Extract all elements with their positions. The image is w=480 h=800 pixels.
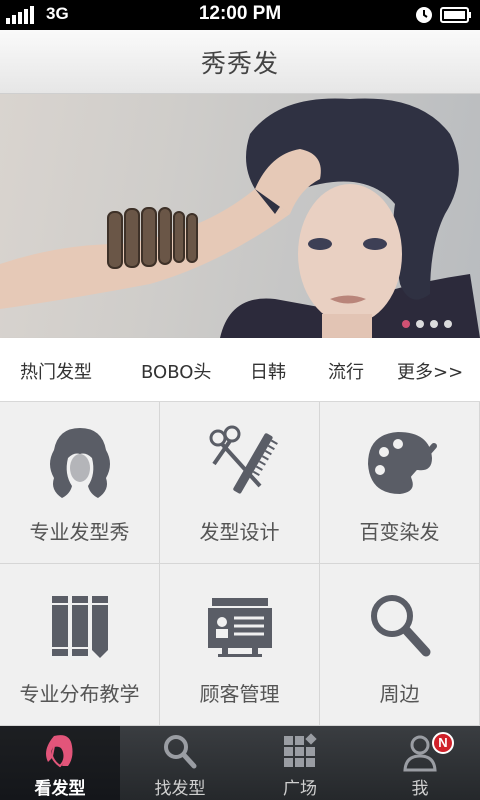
title-bar: 秀秀发	[0, 30, 480, 94]
tab-find-hairstyles[interactable]: 找发型	[120, 726, 240, 800]
tab-label: 找发型	[154, 779, 206, 799]
grid-item-label: 专业发型秀	[29, 520, 130, 544]
category-bobo[interactable]: BOBO头	[141, 358, 211, 384]
status-bar: 3G 12:00 PM	[0, 0, 480, 30]
grid-item-tutorial[interactable]: 专业分布教学	[0, 564, 160, 726]
grid-item-hairstyle-show[interactable]: 专业发型秀	[0, 402, 160, 564]
carousel-dot[interactable]	[416, 320, 424, 328]
status-time: 12:00 PM	[198, 3, 282, 24]
grid-item-nearby[interactable]: 周边	[320, 564, 480, 726]
hairstyle-icon	[49, 428, 110, 498]
books-icon	[51, 596, 108, 658]
battery-icon	[440, 7, 471, 23]
category-more[interactable]: 更多>>	[397, 358, 463, 384]
feature-grid: 专业发型秀 发型设计 百变染发 专业分布教学 顾客管理 周边	[0, 402, 480, 726]
tab-label: 广场	[283, 779, 317, 799]
tab-browse-hairstyles[interactable]: 看发型	[0, 726, 120, 800]
app-title: 秀秀发	[200, 48, 279, 78]
carousel-dot[interactable]	[444, 320, 452, 328]
grid-item-hair-design[interactable]: 发型设计	[160, 402, 320, 564]
carousel-dot[interactable]	[402, 320, 410, 328]
tab-label: 我	[411, 779, 429, 799]
grid-item-label: 百变染发	[359, 520, 440, 544]
grid-item-label: 发型设计	[199, 520, 280, 544]
grid-item-customer-management[interactable]: 顾客管理	[160, 564, 320, 726]
customer-card-icon	[207, 598, 272, 657]
category-nav: 热门发型 BOBO头 日韩 流行 更多>>	[0, 338, 480, 402]
carousel-dot[interactable]	[430, 320, 438, 328]
search-icon	[164, 735, 197, 769]
grid-item-hair-color[interactable]: 百变染发	[320, 402, 480, 564]
grid-item-label: 周边	[379, 682, 420, 706]
banner-image	[0, 98, 480, 338]
tab-square[interactable]: 广场	[240, 726, 360, 800]
banner-carousel[interactable]	[0, 94, 480, 338]
tab-label: 看发型	[34, 779, 86, 799]
face-icon	[46, 735, 73, 768]
search-icon	[370, 595, 430, 657]
bottom-tab-bar: 看发型 找发型 广场 N 我	[0, 726, 480, 800]
category-hot[interactable]: 热门发型	[20, 358, 92, 384]
grid-icon	[284, 733, 317, 767]
tab-me[interactable]: N 我	[360, 726, 480, 800]
notification-badge: N	[432, 732, 454, 754]
category-jpkr[interactable]: 日韩	[250, 358, 286, 384]
clock-icon	[416, 7, 432, 23]
grid-item-label: 专业分布教学	[19, 682, 140, 706]
category-popular[interactable]: 流行	[328, 358, 364, 384]
palette-icon	[367, 432, 437, 494]
scissors-comb-icon	[209, 425, 278, 494]
grid-item-label: 顾客管理	[199, 682, 280, 706]
carousel-indicators	[402, 320, 452, 328]
